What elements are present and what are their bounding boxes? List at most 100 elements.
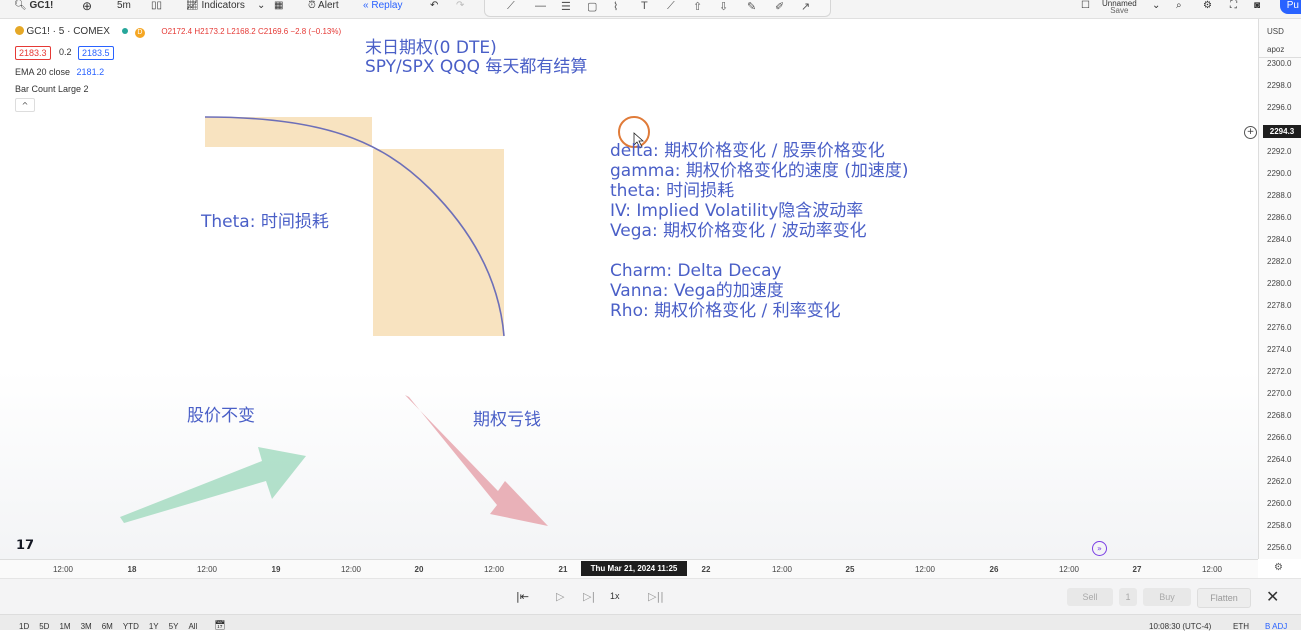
publish-button[interactable]: Pu: [1280, 0, 1301, 14]
adjustment-button[interactable]: B ADJ: [1265, 622, 1287, 631]
range-button[interactable]: 5Y: [169, 622, 179, 631]
close-replay-icon[interactable]: ✕: [1266, 587, 1279, 606]
pattern-icon[interactable]: ⌇: [613, 0, 618, 13]
scale-selector[interactable]: apoz: [1267, 45, 1284, 54]
sell-button[interactable]: Sell: [1067, 588, 1113, 606]
brush-icon[interactable]: ✎: [747, 0, 756, 13]
interval-button[interactable]: 5m: [117, 0, 131, 18]
option-loss-label: 期权亏钱: [473, 410, 541, 430]
pen-icon[interactable]: ✐: [775, 0, 784, 13]
theta-box-bottom: [373, 149, 504, 336]
range-button[interactable]: 1Y: [149, 622, 159, 631]
plus-circle-icon: ⊕: [82, 0, 93, 13]
tradingview-logo[interactable]: 𝟭𝟳: [16, 537, 34, 553]
price-tick-label: 2258.0: [1267, 521, 1292, 530]
time-tick-label: 12:00: [196, 565, 218, 574]
add-alert-plus-icon[interactable]: +: [1244, 126, 1257, 139]
price-tick-label: 2264.0: [1267, 455, 1292, 464]
arrow-up-icon[interactable]: ⇧: [693, 0, 702, 13]
time-tick-label: 20: [414, 565, 424, 574]
undo-icon[interactable]: ↶: [430, 0, 438, 18]
price-tick-label: 2300.0: [1267, 59, 1292, 68]
price-tick-label: 2290.0: [1267, 169, 1292, 178]
axis-settings-icon[interactable]: ⚙: [1274, 562, 1283, 573]
measure-icon[interactable]: ⟋: [667, 0, 675, 13]
indicators-button[interactable]: 📈︎ Indicators: [186, 0, 245, 18]
chevron-down-icon[interactable]: ⌄: [1152, 0, 1160, 18]
theta-label: Theta: 时间损耗: [201, 212, 329, 232]
range-button[interactable]: 1D: [19, 622, 29, 631]
replay-bar: |⇤ ▷ ▷| 1x ▷|| Sell 1 Buy Flatten ✕: [0, 578, 1301, 614]
quick-search-icon[interactable]: ⌕: [1176, 0, 1182, 18]
time-tick-label: 18: [127, 565, 137, 574]
time-tick-label: 25: [845, 565, 855, 574]
flatten-button[interactable]: Flatten: [1197, 588, 1251, 608]
search-icon: 🔍︎: [14, 0, 27, 11]
layout-checkbox[interactable]: ☐: [1081, 0, 1090, 18]
symbol-search[interactable]: 🔍︎ GC1!: [14, 0, 53, 18]
price-tick-label: 2266.0: [1267, 433, 1292, 442]
chevron-down-icon[interactable]: ⌄: [257, 0, 265, 18]
price-tick-label: 2256.0: [1267, 543, 1292, 552]
range-button[interactable]: 5D: [39, 622, 49, 631]
compare-symbol-button[interactable]: ⊕: [82, 0, 92, 18]
settings-icon[interactable]: ⚙: [1203, 0, 1212, 18]
range-button[interactable]: 6M: [102, 622, 113, 631]
chart-type-button[interactable]: ▯▯: [151, 0, 162, 18]
price-tick-label: 2282.0: [1267, 257, 1292, 266]
range-button[interactable]: 1M: [59, 622, 70, 631]
time-tick-label: 27: [1132, 565, 1142, 574]
time-cursor-label: Thu Mar 21, 2024 11:25: [581, 561, 687, 576]
price-tick-label: 2276.0: [1267, 323, 1292, 332]
time-tick-label: 21: [558, 565, 568, 574]
price-axis[interactable]: USD apoz 2300.0 2298.0 2296.0 2292.0 2290.0 2…: [1258, 19, 1301, 559]
drawing-toolbar: ⟋ — ☰ ▢ ⌇ T ⟋ ⇧ ⇩ ✎ ✐ ↗: [484, 0, 831, 17]
buy-button[interactable]: Buy: [1143, 588, 1191, 606]
price-tick-label: 2298.0: [1267, 81, 1292, 90]
price-tick-label: 2296.0: [1267, 103, 1292, 112]
range-button[interactable]: 3M: [81, 622, 92, 631]
rectangle-icon[interactable]: ▢: [587, 0, 597, 13]
session-button[interactable]: ETH: [1233, 622, 1249, 631]
currency-selector[interactable]: USD: [1267, 27, 1284, 36]
range-button[interactable]: All: [188, 622, 197, 631]
redo-icon[interactable]: ↷: [456, 0, 464, 18]
fullscreen-icon[interactable]: ⛶: [1230, 0, 1237, 18]
horizontal-line-icon[interactable]: —: [535, 0, 546, 12]
trendline-icon[interactable]: ⟋: [507, 0, 515, 13]
calendar-icon[interactable]: 📅︎: [214, 620, 225, 631]
price-tick-label: 2292.0: [1267, 147, 1292, 156]
select-bar-icon[interactable]: |⇤: [516, 590, 529, 603]
fib-icon[interactable]: ☰: [561, 0, 571, 13]
step-forward-icon[interactable]: ▷|: [583, 590, 595, 603]
go-to-realtime-icon[interactable]: »: [1092, 541, 1107, 556]
top-toolbar: 🔍︎ GC1! ⊕ 5m ▯▯ 📈︎ Indicators ⌄ ▦ ⏰︎ Ale…: [0, 0, 1301, 19]
header-annotation: 末日期权(0 DTE) SPY/SPX QQQ 每天都有结算: [365, 38, 588, 77]
arrow-tool-icon[interactable]: ↗: [801, 0, 810, 13]
bottom-toolbar: 1D 5D 1M 3M 6M YTD 1Y 5Y All 📅︎ 10:08:30 (UTC-4)…: [0, 614, 1301, 631]
quantity-field[interactable]: 1: [1119, 588, 1137, 606]
time-tick-label: 12:00: [483, 565, 505, 574]
time-tick-label: 19: [271, 565, 281, 574]
price-tick-label: 2284.0: [1267, 235, 1292, 244]
templates-icon[interactable]: ▦: [274, 0, 283, 18]
green-arrow: [120, 447, 306, 523]
price-tick-label: 2270.0: [1267, 389, 1292, 398]
layout-name-button[interactable]: Unnamed Save: [1102, 0, 1137, 18]
replay-button[interactable]: « Replay: [363, 0, 402, 18]
price-tick-label: 2278.0: [1267, 301, 1292, 310]
replay-speed-button[interactable]: 1x: [610, 591, 620, 601]
range-button[interactable]: YTD: [123, 622, 139, 631]
time-tick-label: 22: [701, 565, 711, 574]
clock-label[interactable]: 10:08:30 (UTC-4): [1149, 622, 1211, 631]
text-icon[interactable]: T: [641, 0, 648, 12]
snapshot-icon[interactable]: ◙: [1254, 0, 1260, 18]
indicators-icon: 📈︎: [186, 0, 199, 11]
time-axis[interactable]: 12:00 18 12:00 19 12:00 20 12:00 21 22 12:00 25 12:…: [0, 559, 1258, 578]
arrow-down-icon[interactable]: ⇩: [719, 0, 728, 13]
greeks-list: delta: 期权价格变化 / 股票价格变化 gamma: 期权价格变化的速度 …: [610, 141, 909, 321]
chart-pane[interactable]: GC1! · 5 · COMEX D O2172.4 H2173.2 L2168…: [0, 19, 1258, 559]
play-icon[interactable]: ▷: [556, 590, 564, 603]
alert-button[interactable]: ⏰︎ Alert: [308, 0, 339, 18]
jump-to-realtime-icon[interactable]: ▷||: [648, 590, 664, 603]
